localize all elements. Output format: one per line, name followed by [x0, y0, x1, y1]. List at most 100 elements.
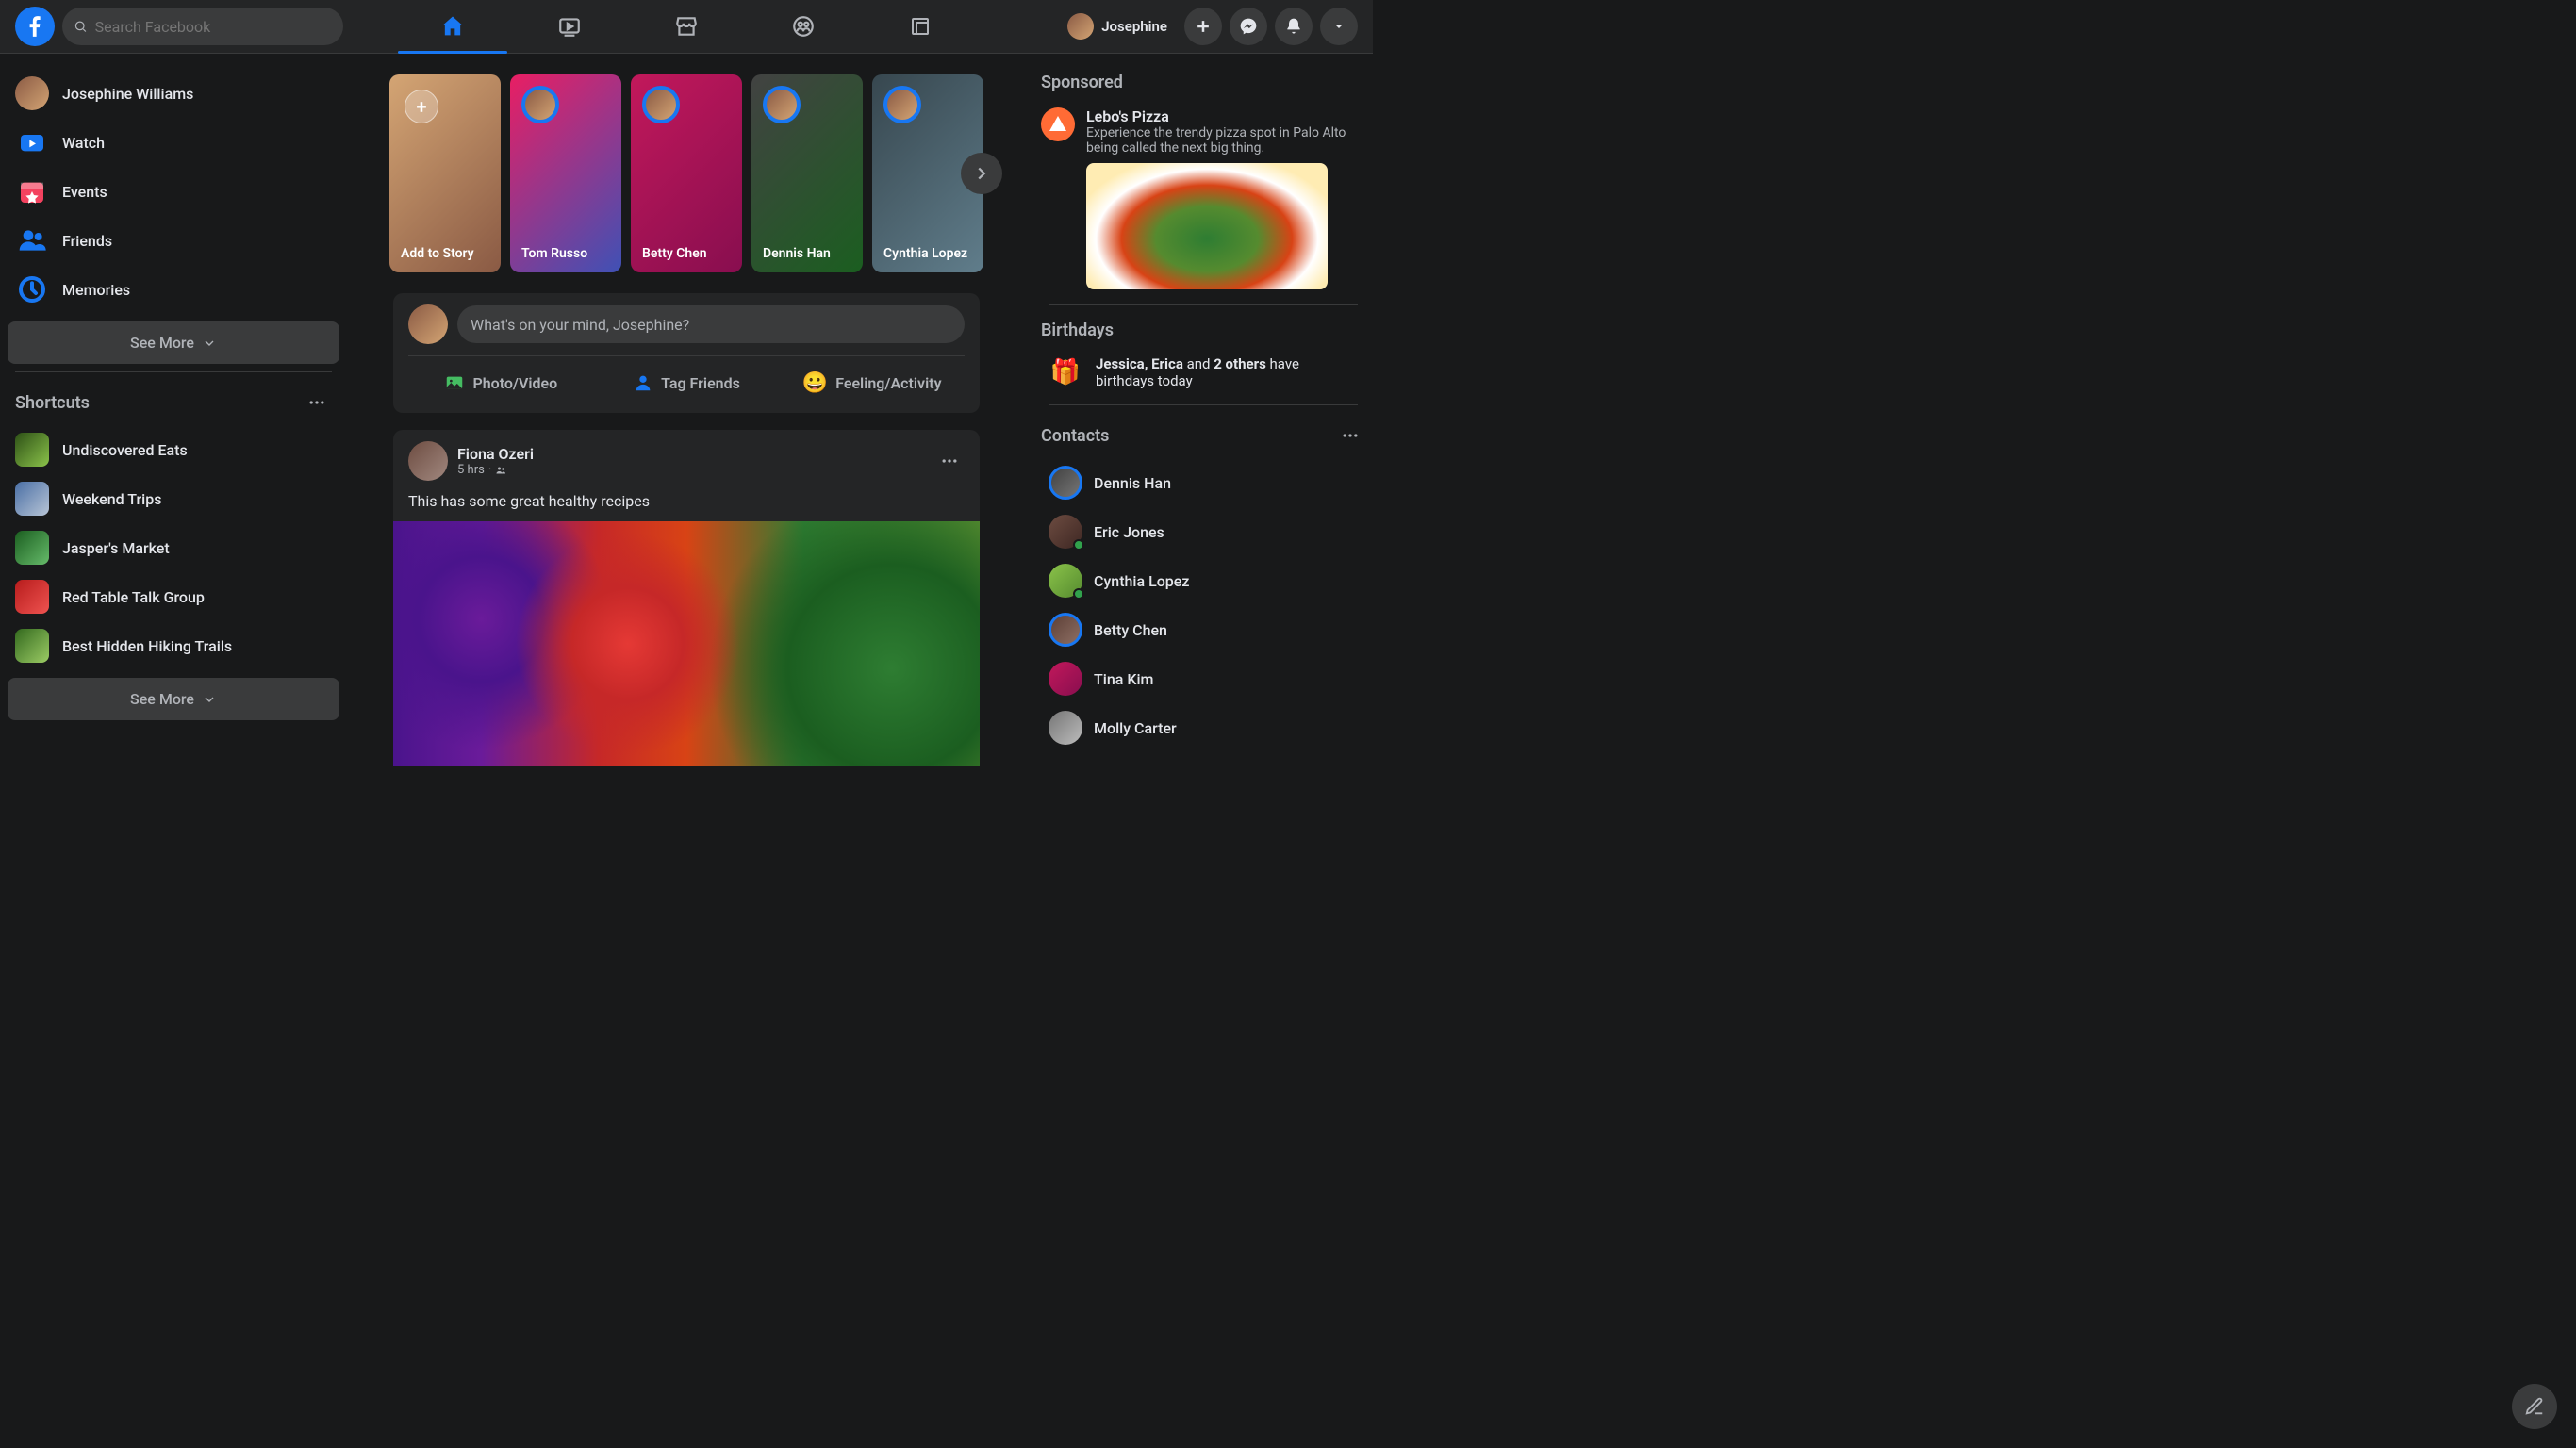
story-avatar — [521, 86, 559, 123]
gaming-icon — [909, 15, 932, 38]
chevron-down-icon — [202, 692, 217, 707]
post-options[interactable] — [934, 446, 965, 476]
online-indicator — [1073, 588, 1084, 600]
new-message-fab[interactable] — [2512, 1384, 2557, 1429]
search-input[interactable] — [95, 18, 332, 36]
main-nav — [398, 0, 975, 53]
shortcut-item[interactable]: Undiscovered Eats — [8, 425, 339, 474]
story-label: Tom Russo — [521, 246, 587, 261]
sidebar-item-watch[interactable]: Watch — [8, 118, 339, 167]
feeling-button[interactable]: 😀 Feeling/Activity — [779, 364, 965, 402]
story-avatar — [642, 86, 680, 123]
shortcuts-options[interactable] — [302, 387, 332, 418]
notifications-button[interactable] — [1275, 8, 1313, 45]
shortcut-label: Best Hidden Hiking Trails — [62, 637, 232, 655]
tab-watch[interactable] — [515, 0, 624, 53]
memories-icon — [15, 272, 49, 306]
story-label: Cynthia Lopez — [883, 246, 967, 261]
events-icon — [15, 174, 49, 208]
shortcuts-see-more[interactable]: See More — [8, 678, 339, 720]
sidebar-item-friends[interactable]: Friends — [8, 216, 339, 265]
story-label: Add to Story — [401, 246, 474, 261]
birthday-text: Jessica, Erica and 2 others have birthda… — [1096, 355, 1358, 389]
sponsored-item[interactable]: Lebo's Pizza Experience the trendy pizza… — [1041, 100, 1365, 297]
composer: What's on your mind, Josephine? Photo/Vi… — [393, 293, 980, 413]
shortcuts-title: Shortcuts — [15, 393, 90, 413]
plus-icon: + — [405, 90, 438, 123]
story-card[interactable]: Betty Chen — [631, 74, 742, 272]
post: Fiona Ozeri 5 hrs · This has some great … — [393, 430, 980, 766]
online-indicator — [1073, 539, 1084, 551]
contact-avatar — [1049, 515, 1082, 549]
shortcut-label: Undiscovered Eats — [62, 441, 188, 459]
photo-video-button[interactable]: Photo/Video — [408, 364, 594, 402]
nav-label: Watch — [62, 134, 105, 152]
user-name-label: Josephine — [1101, 18, 1167, 35]
search-bar[interactable] — [62, 8, 343, 45]
composer-input[interactable]: What's on your mind, Josephine? — [457, 305, 965, 343]
contacts-options[interactable] — [1335, 420, 1365, 451]
contacts-title: Contacts — [1041, 426, 1109, 446]
shortcut-item[interactable]: Weekend Trips — [8, 474, 339, 523]
feeling-label: Feeling/Activity — [835, 374, 941, 392]
nav-label: Memories — [62, 281, 130, 299]
contact-name: Dennis Han — [1094, 474, 1171, 492]
photo-icon — [444, 372, 465, 393]
tag-friends-button[interactable]: Tag Friends — [594, 364, 780, 402]
profile-chip[interactable]: Josephine — [1064, 9, 1177, 43]
composer-avatar[interactable] — [408, 304, 448, 344]
shortcut-thumbnail — [15, 433, 49, 467]
shortcut-item[interactable]: Best Hidden Hiking Trails — [8, 621, 339, 670]
contact-item[interactable]: Eric Jones — [1041, 507, 1365, 556]
post-timestamp[interactable]: 5 hrs · — [457, 463, 925, 477]
tab-home[interactable] — [398, 0, 507, 53]
shortcut-label: Jasper's Market — [62, 539, 170, 557]
contact-avatar — [1049, 564, 1082, 598]
shortcut-item[interactable]: Red Table Talk Group — [8, 572, 339, 621]
add-story[interactable]: + Add to Story — [389, 74, 501, 272]
header-right: Josephine — [1064, 8, 1358, 45]
sidebar-item-events[interactable]: Events — [8, 167, 339, 216]
see-more-button[interactable]: See More — [8, 321, 339, 364]
right-sidebar: Sponsored Lebo's Pizza Experience the tr… — [1026, 54, 1373, 772]
shortcut-label: Weekend Trips — [62, 490, 161, 508]
sidebar-item-memories[interactable]: Memories — [8, 265, 339, 314]
post-author-name[interactable]: Fiona Ozeri — [457, 445, 925, 463]
ellipsis-icon — [940, 452, 959, 470]
shortcut-item[interactable]: Jasper's Market — [8, 523, 339, 572]
contact-name: Betty Chen — [1094, 621, 1167, 639]
contact-item[interactable]: Molly Carter — [1041, 703, 1365, 752]
tab-marketplace[interactable] — [632, 0, 741, 53]
chevron-right-icon — [971, 163, 992, 184]
user-avatar — [1067, 13, 1094, 40]
facebook-logo[interactable] — [15, 7, 55, 46]
story-card[interactable]: Tom Russo — [510, 74, 621, 272]
sponsor-icon — [1041, 107, 1075, 141]
tab-gaming[interactable] — [866, 0, 975, 53]
shortcut-thumbnail — [15, 482, 49, 516]
see-more-label: See More — [130, 690, 194, 708]
post-image[interactable] — [393, 521, 980, 766]
contact-avatar — [1049, 613, 1082, 647]
contact-item[interactable]: Cynthia Lopez — [1041, 556, 1365, 605]
contact-avatar — [1049, 466, 1082, 500]
divider — [1049, 304, 1358, 305]
contact-item[interactable]: Tina Kim — [1041, 654, 1365, 703]
contact-name: Molly Carter — [1094, 719, 1177, 737]
stories-next-button[interactable] — [961, 153, 1002, 194]
story-card[interactable]: Dennis Han — [751, 74, 863, 272]
feeling-icon: 😀 — [802, 371, 828, 395]
ellipsis-icon — [1341, 426, 1360, 445]
contact-item[interactable]: Dennis Han — [1041, 458, 1365, 507]
account-dropdown[interactable] — [1320, 8, 1358, 45]
messenger-button[interactable] — [1230, 8, 1267, 45]
contact-item[interactable]: Betty Chen — [1041, 605, 1365, 654]
birthday-item[interactable]: 🎁 Jessica, Erica and 2 others have birth… — [1041, 348, 1365, 397]
top-bar: Josephine — [0, 0, 1373, 54]
photo-video-label: Photo/Video — [472, 374, 557, 392]
post-author-avatar[interactable] — [408, 441, 448, 481]
tab-groups[interactable] — [749, 0, 858, 53]
sidebar-profile[interactable]: Josephine Williams — [8, 69, 339, 118]
plus-icon — [1194, 17, 1213, 36]
create-button[interactable] — [1184, 8, 1222, 45]
